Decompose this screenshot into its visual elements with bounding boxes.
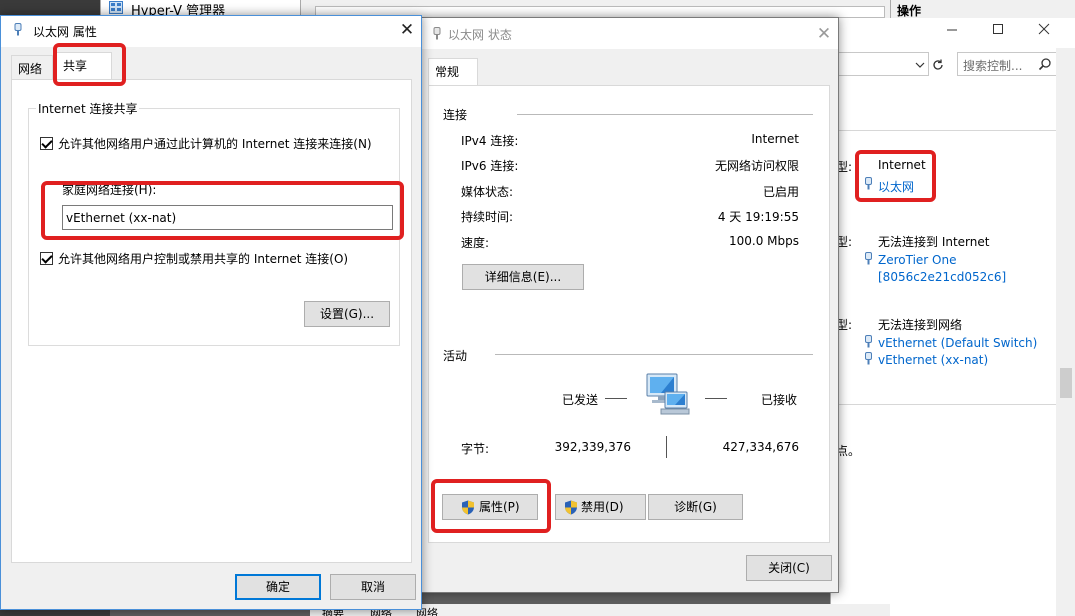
cancel-button-label: 取消 xyxy=(360,580,385,594)
vethernet-xx-nat-link[interactable]: vEthernet (xx-nat) xyxy=(878,353,988,367)
ipv4-label: IPv4 连接: xyxy=(461,134,519,148)
maximize-icon[interactable] xyxy=(991,22,1005,36)
highlight-sharing-tab xyxy=(53,43,126,86)
hyperv-details-window: 搜索控制... 型: Internet 以太网 型: 无法连接到 Interne… xyxy=(830,18,1075,616)
uac-shield-icon xyxy=(564,499,578,515)
allow-control-checkbox[interactable] xyxy=(40,252,53,265)
hyperv-title-bar: Hyper-V 管理器 xyxy=(100,0,300,19)
close-button-label: 关闭(C) xyxy=(768,561,810,575)
diagnose-button-label: 诊断(G) xyxy=(674,500,717,514)
network-plug-icon xyxy=(864,352,873,366)
details-divider-2 xyxy=(831,404,1056,405)
disable-button-label: 禁用(D) xyxy=(581,500,624,514)
ipv6-label: IPv6 连接: xyxy=(461,159,519,173)
highlight-home-network xyxy=(41,181,404,240)
tab-general-label: 常规 xyxy=(435,65,460,79)
details-scroll-thumb[interactable] xyxy=(1060,368,1072,398)
network-plug-icon xyxy=(864,252,873,266)
hyperv-app-icon xyxy=(109,1,123,14)
duration-value: 4 天 19:19:55 xyxy=(717,210,799,224)
allow-connect-label[interactable]: 允许其他网络用户通过此计算机的 Internet 连接来连接(N) xyxy=(58,135,372,152)
bytes-label: 字节: xyxy=(461,442,490,456)
ipv4-value: Internet xyxy=(751,132,799,146)
received-label: 已接收 xyxy=(761,393,798,407)
received-line xyxy=(705,398,727,399)
network-plug-icon xyxy=(432,27,442,41)
ok-button-label: 确定 xyxy=(265,580,290,594)
sharing-tab-panel: Internet 连接共享 允许其他网络用户通过此计算机的 Internet 连… xyxy=(11,79,412,563)
type-value-2: 无法连接到 Internet xyxy=(878,235,990,249)
tab-network[interactable]: 网络 xyxy=(11,55,53,80)
duration-label: 持续时间: xyxy=(461,210,514,224)
activity-header: 活动 xyxy=(443,349,468,363)
details-button[interactable]: 详细信息(E)... xyxy=(462,264,584,290)
close-button[interactable]: 关闭(C) xyxy=(746,555,832,581)
speed-value: 100.0 Mbps xyxy=(728,234,799,248)
search-input[interactable]: 搜索控制... xyxy=(963,57,1022,74)
zerotier-link[interactable]: ZeroTier One xyxy=(878,253,956,267)
vethernet-default-switch-link[interactable]: vEthernet (Default Switch) xyxy=(878,336,1037,350)
ok-button[interactable]: 确定 xyxy=(235,574,321,600)
zerotier-id-link[interactable]: [8056c2e21cd052c6] xyxy=(878,270,1006,284)
tab-general[interactable]: 常规 xyxy=(428,58,478,86)
media-state-value: 已启用 xyxy=(762,185,799,199)
media-state-label: 媒体状态: xyxy=(461,185,514,199)
refresh-icon[interactable] xyxy=(931,58,945,72)
sent-line xyxy=(605,398,627,399)
settings-button[interactable]: 设置(G)... xyxy=(304,301,390,327)
connection-divider xyxy=(517,114,813,115)
activity-divider xyxy=(495,354,813,355)
allow-connect-checkbox[interactable] xyxy=(40,137,53,150)
cancel-button[interactable]: 取消 xyxy=(330,574,416,600)
network-plug-icon xyxy=(864,335,873,349)
search-icon xyxy=(1038,57,1052,71)
minimize-icon[interactable] xyxy=(945,22,959,36)
bytes-divider xyxy=(666,436,667,458)
allow-control-label[interactable]: 允许其他网络用户控制或禁用共享的 Internet 连接(O) xyxy=(58,250,348,267)
network-plug-icon xyxy=(13,23,23,37)
bytes-received-value: 427,334,676 xyxy=(722,440,799,454)
sent-label: 已发送 xyxy=(562,393,599,407)
tab-network-label: 网络 xyxy=(18,62,43,76)
status-title: 以太网 状态 xyxy=(448,28,512,42)
disable-button[interactable]: 禁用(D) xyxy=(555,494,646,520)
network-computers-icon xyxy=(641,372,691,416)
ics-group-title: Internet 连接共享 xyxy=(36,100,140,117)
bytes-sent-value: 392,339,376 xyxy=(554,440,631,454)
speed-label: 速度: xyxy=(461,236,490,250)
search-box[interactable]: 搜索控制... xyxy=(957,52,1057,76)
details-divider-1 xyxy=(831,130,1056,131)
status-title-bar: 以太网 状态 ✕ xyxy=(422,18,838,49)
close-icon[interactable]: ✕ xyxy=(814,24,834,44)
trailing-text: 点。 xyxy=(836,444,861,458)
highlight-internet-ethernet xyxy=(855,150,936,202)
close-icon[interactable] xyxy=(1037,22,1051,36)
details-button-label: 详细信息(E)... xyxy=(484,270,562,284)
status-tab-panel: 连接 IPv4 连接: Internet IPv6 连接: 无网络访问权限 媒体… xyxy=(428,85,830,543)
details-scrollbar[interactable] xyxy=(1056,48,1075,616)
address-bar[interactable] xyxy=(831,52,929,76)
actions-header: 操作 xyxy=(897,4,922,18)
settings-button-label: 设置(G)... xyxy=(319,307,375,321)
connection-header: 连接 xyxy=(443,108,468,122)
highlight-properties-button xyxy=(431,479,551,533)
diagnose-button[interactable]: 诊断(G) xyxy=(648,494,743,520)
type-value-3: 无法连接到网络 xyxy=(878,318,963,332)
chevron-down-icon xyxy=(915,59,925,69)
properties-title: 以太网 属性 xyxy=(33,25,97,39)
close-icon[interactable]: ✕ xyxy=(397,20,417,40)
ipv6-value: 无网络访问权限 xyxy=(714,159,799,173)
ethernet-properties-dialog: 以太网 属性 ✕ 网络 共享 Internet 连接共享 允许其他网络用户通过此… xyxy=(0,15,422,610)
